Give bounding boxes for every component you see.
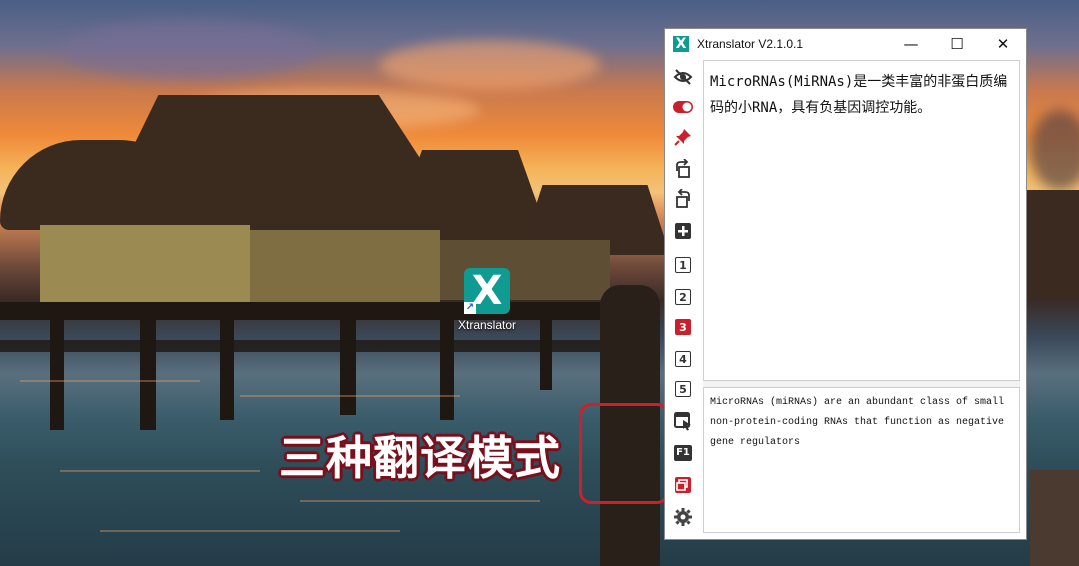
f1-icon[interactable]: F1 [671, 441, 695, 465]
copy-window-icon[interactable] [671, 473, 695, 497]
xtranslator-logo-icon: X ↗ [464, 268, 510, 314]
rotate-right-icon[interactable] [671, 157, 695, 181]
water-reflection [20, 380, 200, 382]
mode-1-button[interactable]: 1 [671, 253, 695, 277]
translated-text: MicroRNAs (miRNAs) are an abundant class… [710, 397, 1005, 448]
title-bar[interactable]: X Xtranslator V2.1.0.1 — ☐ ✕ [665, 29, 1026, 59]
boardwalk [1030, 470, 1079, 566]
source-text: MicroRNAs(MiRNAs)是一类丰富的非蛋白质编码的小RNA，具有负基因… [710, 74, 1008, 116]
plus-icon[interactable] [671, 219, 695, 243]
mode-5-button[interactable]: 5 [671, 377, 695, 401]
pier-deck [0, 302, 650, 320]
pier-deck [0, 340, 600, 352]
pier-post [220, 320, 234, 420]
mode-2-button[interactable]: 2 [671, 285, 695, 309]
f1-label: F1 [674, 445, 692, 461]
cloud [380, 40, 600, 90]
xtranslator-window: X Xtranslator V2.1.0.1 — ☐ ✕ 1 2 3 4 5 F… [664, 28, 1027, 540]
hut-wall [40, 225, 250, 305]
water-reflection [240, 395, 460, 397]
toggle-switch-icon[interactable] [671, 95, 695, 119]
pier-post [440, 320, 454, 420]
close-button[interactable]: ✕ [980, 29, 1026, 59]
gear-icon[interactable] [671, 505, 695, 529]
water-reflection [60, 470, 260, 472]
cloud [1030, 110, 1079, 190]
desktop-icon-label: Xtranslator [457, 318, 517, 332]
hut-wall [1027, 190, 1079, 300]
pier-post [540, 320, 552, 390]
pier-post [50, 320, 64, 430]
mode-3-button[interactable]: 3 [671, 315, 695, 339]
translation-text-area[interactable]: MicroRNAs (miRNAs) are an abundant class… [703, 387, 1020, 533]
screen-select-icon[interactable] [671, 409, 695, 433]
pier-post [140, 320, 156, 430]
shortcut-arrow-icon: ↗ [464, 302, 476, 314]
source-text-area[interactable]: MicroRNAs(MiRNAs)是一类丰富的非蛋白质编码的小RNA，具有负基因… [703, 60, 1020, 381]
rotate-left-icon[interactable] [671, 187, 695, 211]
minimize-button[interactable]: — [888, 29, 934, 59]
side-toolbar: 1 2 3 4 5 F1 [665, 59, 701, 539]
cloud [60, 20, 320, 80]
pin-icon[interactable] [671, 125, 695, 149]
water-reflection [300, 500, 540, 502]
app-logo-icon: X [673, 36, 689, 52]
hide-eye-icon[interactable] [671, 65, 695, 89]
hut-wall [250, 230, 440, 305]
window-title: Xtranslator V2.1.0.1 [697, 37, 804, 51]
desktop-shortcut-xtranslator[interactable]: X ↗ Xtranslator [452, 268, 522, 332]
highlight-box [579, 403, 669, 504]
mode-4-button[interactable]: 4 [671, 347, 695, 371]
overlay-caption: 三种翻译模式 [279, 431, 561, 485]
water-reflection [100, 530, 400, 532]
window-controls: — ☐ ✕ [888, 29, 1026, 59]
pier-post [340, 320, 356, 415]
maximize-button[interactable]: ☐ [934, 29, 980, 59]
